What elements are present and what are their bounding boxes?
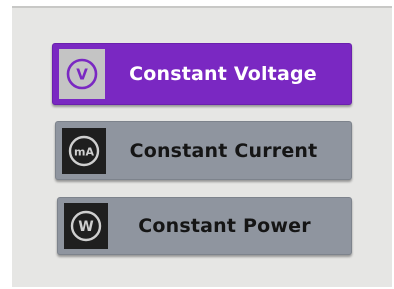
constant-voltage-button[interactable]: V Constant Voltage: [52, 43, 352, 105]
watt-icon-glyph: W: [78, 219, 93, 235]
volt-icon-glyph: V: [76, 66, 88, 84]
constant-current-label: Constant Current: [129, 139, 318, 162]
watt-circle-icon: W: [64, 203, 108, 249]
constant-power-button[interactable]: W Constant Power: [57, 197, 352, 255]
screen-top-divider: [12, 6, 392, 8]
volt-circle-icon-svg: V: [66, 58, 98, 90]
constant-voltage-label: Constant Voltage: [129, 63, 317, 85]
watt-circle-icon-svg: W: [70, 210, 102, 242]
milliamp-circle-icon-svg: mA: [68, 135, 100, 166]
milliamp-circle-icon: mA: [62, 127, 106, 174]
milliamp-icon-glyph: mA: [74, 145, 94, 158]
constant-power-label: Constant Power: [138, 215, 311, 237]
mode-select-screen: V Constant Voltage mA Constant Current W…: [12, 6, 392, 287]
volt-circle-icon: V: [59, 49, 105, 99]
constant-current-button[interactable]: mA Constant Current: [55, 121, 352, 180]
